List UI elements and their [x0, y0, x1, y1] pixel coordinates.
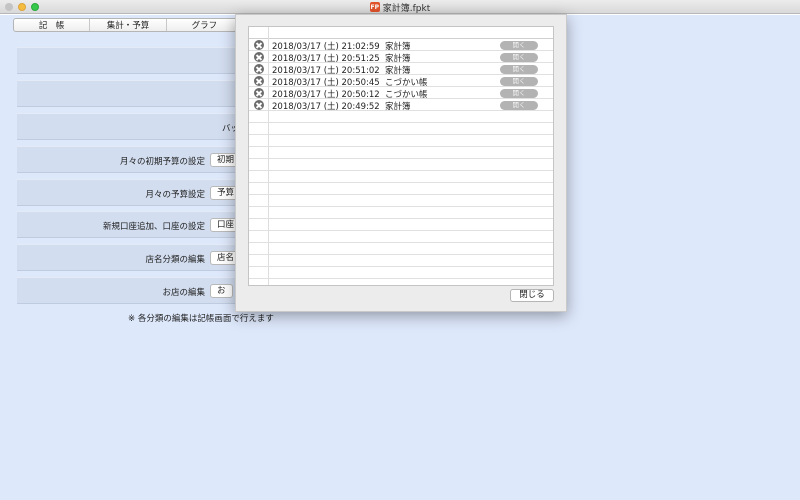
list-item[interactable]: 2018/03/17 (土) 20:51:25 家計簿 開く [249, 51, 553, 64]
delete-icon[interactable] [254, 52, 264, 62]
tab-entry[interactable]: 記 帳 [14, 19, 91, 31]
settings-row-initial-budget: 月々の初期予算の設定 初期 [17, 146, 247, 173]
empty-list-row [249, 159, 553, 171]
delete-icon[interactable] [254, 88, 264, 98]
empty-list-row [249, 111, 553, 123]
settings-row-monthly-budget: 月々の予算設定 予算 [17, 179, 247, 206]
empty-list-row [249, 135, 553, 147]
empty-list-row [249, 207, 553, 219]
shop-category-label: 店名分類の編集 [145, 255, 205, 265]
list-item[interactable]: 2018/03/17 (土) 20:51:02 家計簿 開く [249, 63, 553, 76]
open-button[interactable]: 開く [500, 76, 538, 86]
delete-icon[interactable] [254, 76, 264, 86]
list-header [249, 27, 553, 39]
settings-row-account: 新規口座追加、口座の設定 口座 [17, 211, 247, 238]
tab-bar: 記 帳 集計・予算 グラフ [13, 18, 243, 32]
list-item[interactable]: 2018/03/17 (土) 21:02:59 家計簿 開く [249, 39, 553, 52]
empty-list-row [249, 219, 553, 231]
empty-list-row [249, 147, 553, 159]
list-item[interactable]: 2018/03/17 (土) 20:49:52 家計簿 開く [249, 99, 553, 112]
tab-summary-budget[interactable]: 集計・予算 [90, 19, 167, 31]
empty-list-row [249, 183, 553, 195]
category-edit-note: ※ 各分類の編集は記帳画面で行えます [128, 314, 274, 324]
shop-edit-button[interactable]: お [210, 284, 233, 298]
list-item[interactable]: 2018/03/17 (土) 20:50:12 こづかい帳 開く [249, 87, 553, 100]
window-title: 家計簿.fpkt [382, 3, 431, 14]
recent-files-list: 2018/03/17 (土) 21:02:59 家計簿 開く 2018/03/17 (… [248, 26, 554, 286]
empty-list-row [249, 231, 553, 243]
app-icon: FP [369, 2, 380, 12]
close-button[interactable]: 閉じる [510, 289, 554, 302]
settings-row-shop: お店の編集 お [17, 277, 247, 304]
settings-row [17, 47, 247, 74]
account-settings-label: 新規口座追加、口座の設定 [102, 222, 205, 232]
tab-graph[interactable]: グラフ [167, 19, 242, 31]
list-item[interactable]: 2018/03/17 (土) 20:50:45 こづかい帳 開く [249, 75, 553, 88]
list-rows: 2018/03/17 (土) 21:02:59 家計簿 開く 2018/03/17 (… [249, 39, 553, 279]
empty-list-row [249, 195, 553, 207]
settings-row-shop-category: 店名分類の編集 店名 [17, 244, 247, 271]
delete-icon[interactable] [254, 40, 264, 50]
empty-list-row [249, 255, 553, 267]
recent-files-dialog: 2018/03/17 (土) 21:02:59 家計簿 開く 2018/03/17 (… [235, 14, 567, 312]
empty-list-row [249, 243, 553, 255]
initial-budget-label: 月々の初期予算の設定 [119, 157, 205, 167]
empty-list-row [249, 123, 553, 135]
empty-list-row [249, 171, 553, 183]
open-button[interactable]: 開く [500, 64, 538, 74]
column-divider [268, 27, 269, 39]
open-button[interactable]: 開く [500, 100, 538, 110]
title-bar: FP 家計簿.fpkt [0, 0, 800, 14]
delete-icon[interactable] [254, 100, 264, 110]
shop-edit-label: お店の編集 [162, 288, 205, 298]
monthly-budget-label: 月々の予算設定 [145, 190, 205, 200]
settings-row [17, 80, 247, 107]
settings-row-backup: バッ [17, 113, 247, 140]
open-button[interactable]: 開く [500, 88, 538, 98]
delete-icon[interactable] [254, 64, 264, 74]
open-button[interactable]: 開く [500, 52, 538, 62]
empty-list-row [249, 267, 553, 279]
open-button[interactable]: 開く [500, 40, 538, 50]
